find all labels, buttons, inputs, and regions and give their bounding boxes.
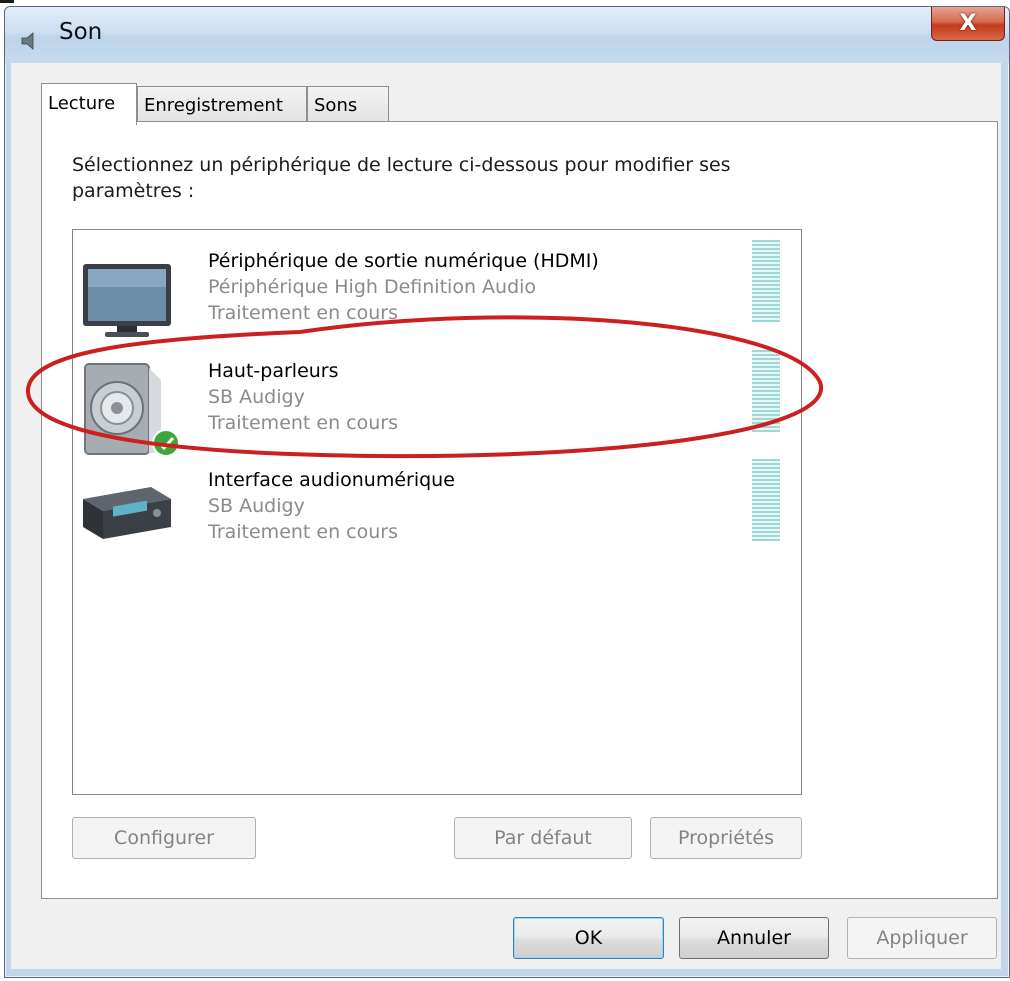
window-title: Son xyxy=(59,19,103,45)
configure-button[interactable]: Configurer xyxy=(72,817,256,859)
close-button[interactable]: X xyxy=(931,7,1005,41)
close-icon: X xyxy=(959,11,977,36)
device-driver: SB Audigy xyxy=(208,386,305,408)
device-name: Interface audionumérique xyxy=(208,469,455,491)
level-meter xyxy=(752,240,780,322)
monitor-icon xyxy=(83,264,171,337)
title-bar[interactable]: Son X xyxy=(5,7,1009,63)
device-row-digital-interface[interactable]: Interface audionumérique SB Audigy Trait… xyxy=(73,455,801,563)
device-status: Traitement en cours xyxy=(208,302,399,324)
device-driver: Périphérique High Definition Audio xyxy=(208,276,537,298)
instruction-text: Sélectionnez un périphérique de lecture … xyxy=(72,154,731,202)
default-device-check-icon xyxy=(152,429,180,457)
device-row-hdmi[interactable]: Périphérique de sortie numérique (HDMI) … xyxy=(73,236,801,344)
device-status: Traitement en cours xyxy=(208,521,399,543)
device-status: Traitement en cours xyxy=(208,412,399,434)
sound-dialog: Son X Lecture Enregistrement Sons Sélect… xyxy=(4,6,1010,978)
set-default-button[interactable]: Par défaut xyxy=(454,817,632,859)
device-text: Haut-parleurs SB Audigy Traitement en co… xyxy=(208,358,398,436)
tab-panel-lecture: Sélectionnez un périphérique de lecture … xyxy=(41,121,998,899)
device-text: Interface audionumérique SB Audigy Trait… xyxy=(208,467,455,545)
level-meter xyxy=(752,350,780,432)
device-name: Périphérique de sortie numérique (HDMI) xyxy=(208,250,599,272)
dialog-client-area: Lecture Enregistrement Sons Sélectionnez… xyxy=(11,63,1001,969)
tab-lecture[interactable]: Lecture xyxy=(41,83,137,125)
cancel-button[interactable]: Annuler xyxy=(679,917,829,959)
apply-button[interactable]: Appliquer xyxy=(847,917,997,959)
tab-sons[interactable]: Sons xyxy=(307,86,389,122)
tab-enregistrement[interactable]: Enregistrement xyxy=(137,86,307,122)
corner-mark xyxy=(0,0,14,3)
device-row-speakers[interactable]: Haut-parleurs SB Audigy Traitement en co… xyxy=(73,346,801,457)
device-name: Haut-parleurs xyxy=(208,360,339,382)
speaker-small-icon xyxy=(21,32,34,50)
ok-button[interactable]: OK xyxy=(513,917,664,959)
receiver-icon xyxy=(83,487,171,539)
device-list[interactable]: Périphérique de sortie numérique (HDMI) … xyxy=(72,229,802,795)
level-meter xyxy=(752,459,780,541)
device-driver: SB Audigy xyxy=(208,495,305,517)
device-text: Périphérique de sortie numérique (HDMI) … xyxy=(208,248,599,326)
properties-button[interactable]: Propriétés xyxy=(650,817,802,859)
